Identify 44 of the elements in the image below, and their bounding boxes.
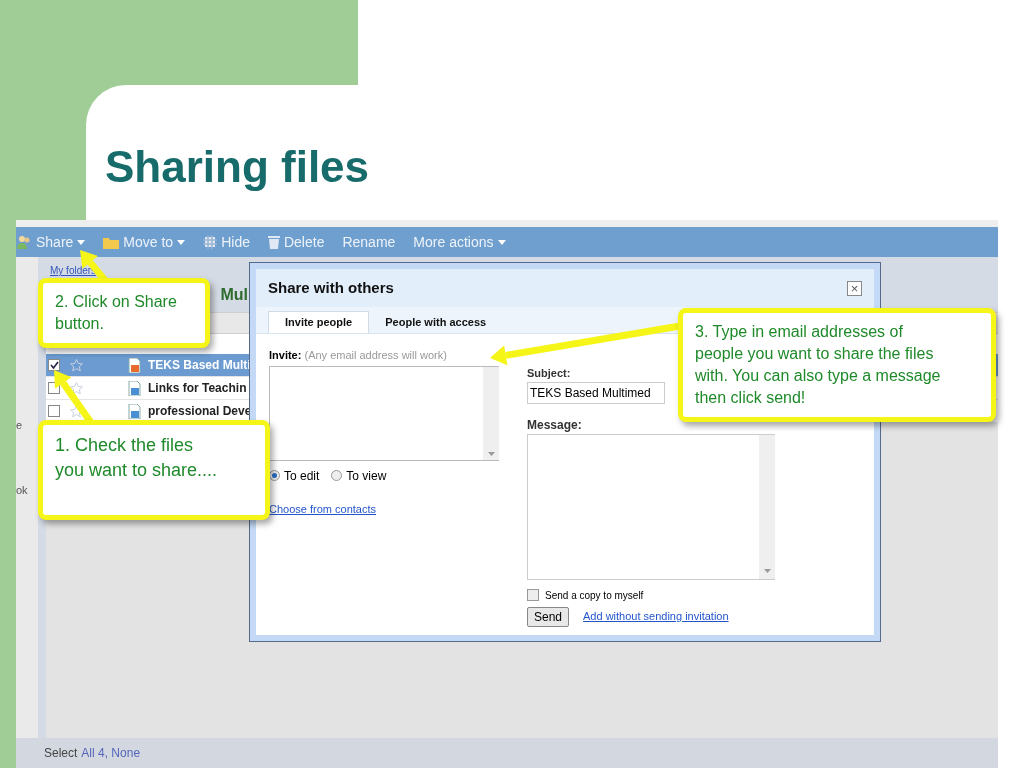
caret-icon [497,239,506,245]
star-icon[interactable] [70,381,83,395]
document-icon [127,357,142,373]
add-without-invitation-link[interactable]: Add without sending invitation [583,608,729,625]
checkbox[interactable] [48,359,60,371]
tab[interactable]: Invite people [268,311,370,333]
callout-text: 3. Type in email addresses of people you want to share the files with. You can also type a message then click send! [695,322,942,408]
copy-checkbox-row[interactable]: Send a copy to myself [527,587,775,603]
select-label: Select [44,745,78,762]
checkbox[interactable] [527,589,539,601]
subject-field[interactable]: TEKS Based Multimed [527,381,665,404]
tab[interactable]: People with access [369,311,503,333]
send-button[interactable]: Send [527,606,570,627]
message-label: Message: [527,416,583,434]
message-field[interactable] [527,433,775,580]
folder-title: Mul [220,285,248,305]
radio-button[interactable] [331,470,343,481]
checkbox[interactable] [48,405,60,417]
folder-icon [103,235,120,249]
invite-field[interactable] [269,365,499,461]
file-name[interactable]: Links for Teachin [148,379,247,397]
sidebar-item[interactable]: e [16,417,38,434]
scroll-down-icon[interactable] [763,568,771,573]
select-links[interactable]: All 4, None [81,744,141,762]
slide-title: Sharing files [105,145,371,189]
close-button[interactable]: × [847,280,862,296]
invite-label: Invite: (Any email address will work) [269,348,448,363]
sidebar-item[interactable]: ok [16,481,38,498]
caret-icon [77,239,86,245]
subject-label: Subject: [527,366,571,381]
hide-icon [203,235,218,249]
check-icon [49,360,59,370]
caret-icon [177,239,186,245]
callout-text: 1. Check the files you want to share.... [55,434,219,482]
scroll-down-icon[interactable] [487,451,495,456]
dialog-title: Share with others [268,277,394,298]
radio-option[interactable]: To view [331,466,387,485]
trash-icon [267,235,280,249]
choose-contacts-link[interactable]: Choose from contacts [269,500,376,517]
star-icon[interactable] [70,358,83,372]
people-icon [16,234,32,250]
callout-text: 2. Click on Share button. [55,292,178,334]
document-icon [127,380,142,396]
star-icon[interactable] [70,404,83,418]
